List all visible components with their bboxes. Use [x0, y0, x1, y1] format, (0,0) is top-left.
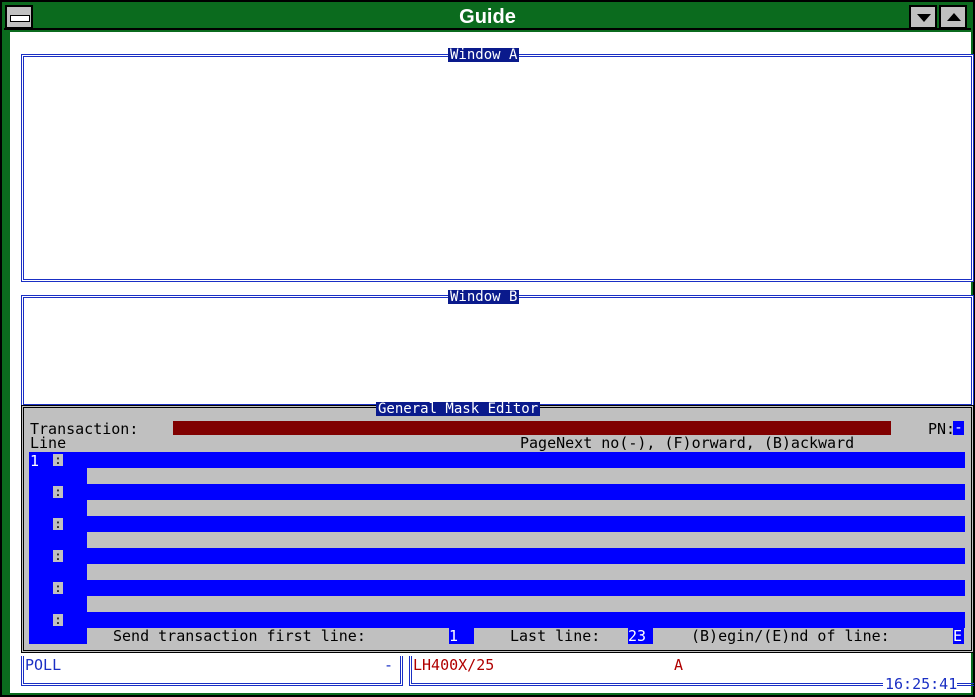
mask-line-input[interactable]: [87, 612, 965, 628]
window-a-panel: [21, 54, 974, 282]
mask-line-input[interactable]: [87, 548, 965, 564]
pn-input[interactable]: -: [953, 421, 964, 435]
terminal-flag: A: [674, 656, 684, 674]
mask-line-input[interactable]: [87, 452, 965, 468]
last-line-label: Last line:: [510, 627, 601, 645]
first-line-input[interactable]: 1: [449, 628, 474, 644]
line-marker: :: [53, 453, 63, 467]
line-label: Line: [30, 434, 67, 452]
mask-line-input[interactable]: [87, 516, 965, 532]
window-title: Guide: [459, 6, 516, 28]
mask-line-spacer: [87, 500, 965, 516]
line-marker: :: [53, 517, 63, 531]
mode-suffix: -: [384, 656, 394, 674]
mask-line-input[interactable]: [87, 580, 965, 596]
maximize-button[interactable]: [939, 5, 967, 29]
line-marker: :: [53, 549, 63, 563]
mask-line-spacer: [87, 468, 965, 484]
mask-line-input[interactable]: [87, 484, 965, 500]
page-navigation-hint: PageNext no(-), (F)orward, (B)ackward: [520, 434, 855, 452]
triangle-down-icon: [917, 14, 931, 22]
mask-line-spacer: [87, 532, 965, 548]
pn-label: PN:: [928, 420, 956, 438]
window-b-title: Window B: [448, 289, 520, 305]
mask-line-spacer: [87, 564, 965, 580]
mode-indicator: POLL: [25, 656, 62, 674]
transaction-input[interactable]: [173, 421, 891, 435]
terminal-id: LH400X/25: [413, 656, 495, 674]
clock: 16:25:41: [883, 675, 958, 693]
title-bar[interactable]: Guide: [4, 4, 971, 30]
window-a-title: Window A: [448, 47, 520, 63]
mask-editor-title: General Mask Editor: [376, 401, 541, 417]
begin-end-label: (B)egin/(E)nd of line:: [691, 627, 890, 645]
mode-panel: [21, 656, 403, 686]
line-number: 1: [30, 452, 40, 470]
window-b-panel: [21, 295, 974, 407]
line-marker: :: [53, 485, 63, 499]
line-marker: :: [53, 581, 63, 595]
mask-line-spacer: [87, 596, 965, 612]
triangle-up-icon: [947, 13, 961, 21]
line-marker: :: [53, 613, 63, 627]
minimize-button[interactable]: [909, 5, 937, 29]
begin-end-input[interactable]: E: [953, 628, 964, 644]
last-line-input[interactable]: 23: [628, 628, 653, 644]
send-first-line-label: Send transaction first line:: [113, 627, 366, 645]
